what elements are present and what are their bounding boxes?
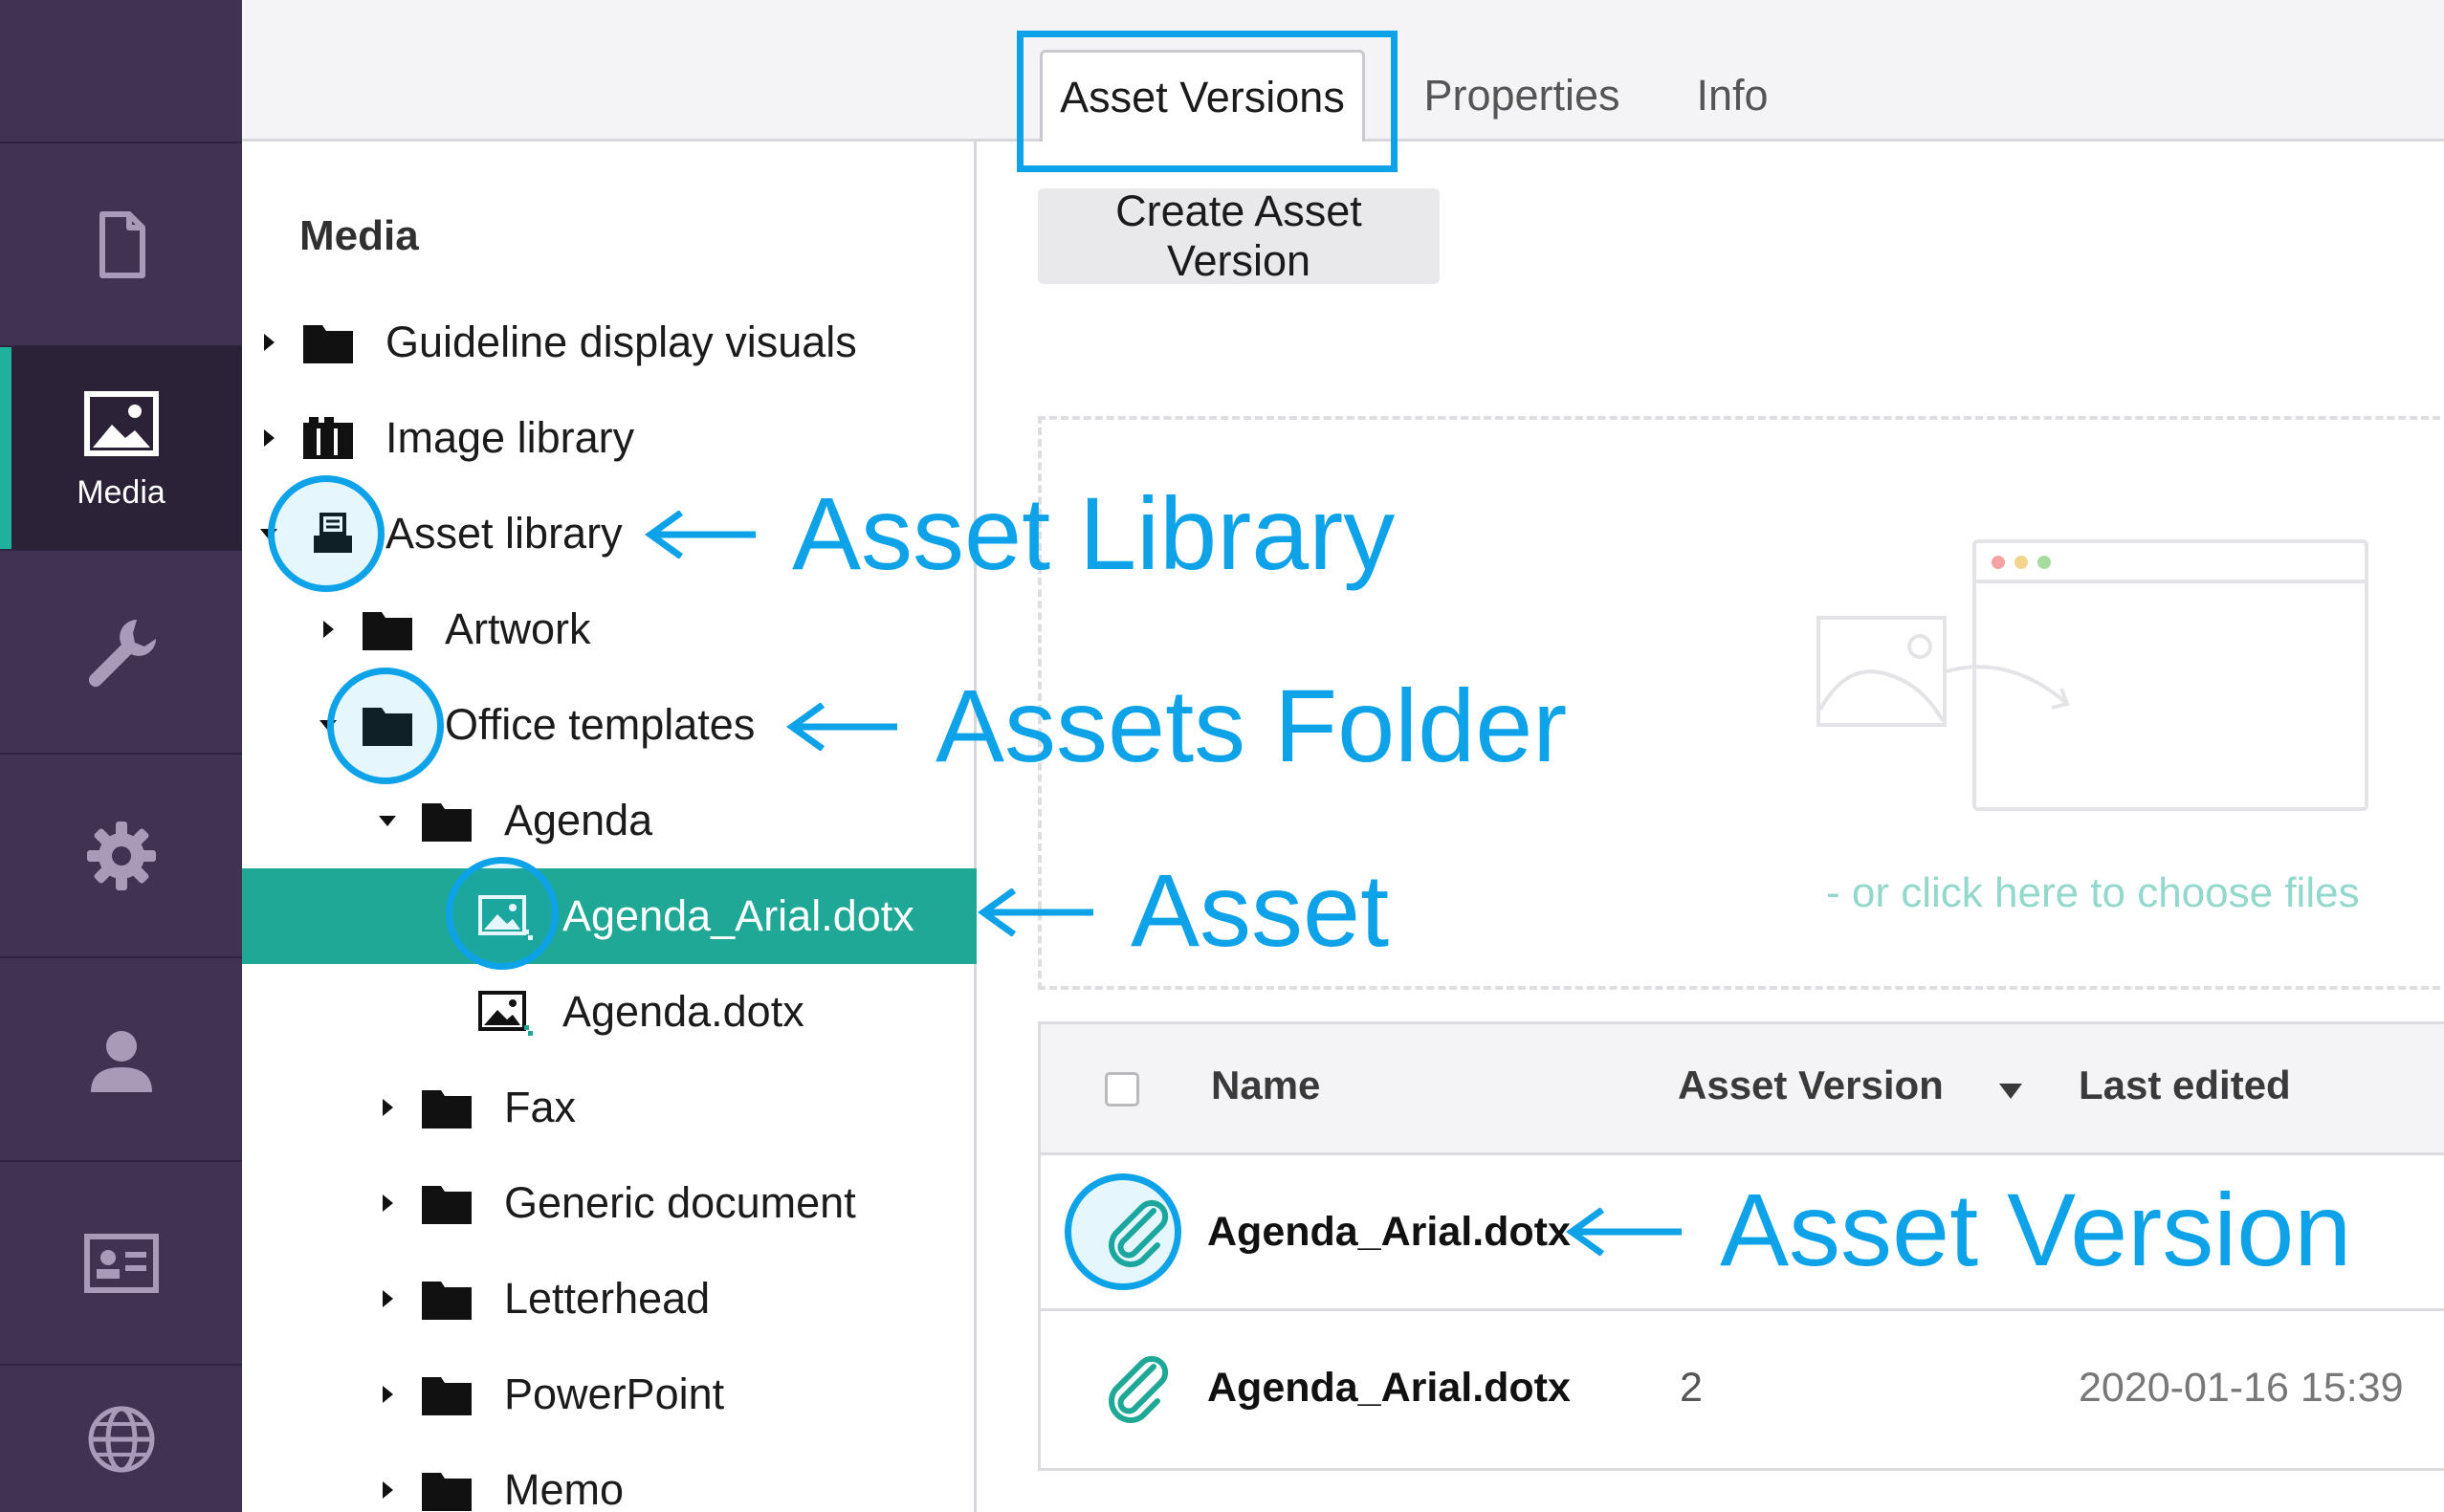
annotation-label-asset-version: Asset Version — [1720, 1172, 2352, 1287]
folder-icon — [418, 792, 475, 849]
tree-node-guideline-display-visuals[interactable]: Guideline display visuals — [242, 295, 977, 390]
tree-node-label: Letterhead — [504, 1274, 711, 1323]
dropzone-choose-files-link[interactable]: - or click here to choose files — [1826, 869, 2360, 917]
column-header-name[interactable]: Name — [1211, 1063, 1320, 1108]
caret-right-icon[interactable] — [373, 1380, 402, 1409]
tree-node-fax[interactable]: Fax — [242, 1060, 977, 1155]
upload-illustration-icon — [1816, 539, 2368, 811]
folder-icon — [418, 1174, 475, 1232]
annotation-circle-asset-library — [268, 475, 385, 592]
tree-node-label: Generic document — [504, 1178, 856, 1227]
tree-node-powerpoint[interactable]: PowerPoint — [242, 1347, 977, 1442]
caret-down-icon[interactable] — [373, 806, 402, 835]
tree-node-label: Agenda — [504, 796, 653, 844]
tree-node-artwork[interactable]: Artwork — [242, 581, 977, 677]
rail-header — [0, 0, 242, 142]
annotation-label-asset-library: Asset Library — [792, 475, 1396, 591]
image-library-icon — [299, 409, 357, 467]
caret-right-icon[interactable] — [373, 1284, 402, 1313]
folder-icon — [359, 601, 416, 658]
caret-right-icon[interactable] — [373, 1476, 402, 1504]
asset-version-name[interactable]: Agenda_Arial.dotx — [1207, 1365, 1571, 1412]
tab-properties[interactable]: Properties — [1407, 50, 1637, 142]
tree-node-label: PowerPoint — [504, 1370, 725, 1418]
tree-node-agenda-arial-dotx[interactable]: Agenda_Arial.dotx — [242, 868, 977, 964]
tree-node-label: Image library — [385, 413, 635, 462]
tree-node-generic-document[interactable]: Generic document — [242, 1155, 977, 1251]
section-nav-rail: Media — [0, 0, 242, 1512]
globe-icon — [88, 1406, 154, 1472]
tree-node-agenda[interactable]: Agenda — [242, 773, 977, 868]
gear-icon — [86, 821, 156, 890]
create-asset-version-button[interactable]: Create Asset Version — [1038, 186, 1440, 285]
folder-icon — [418, 1461, 475, 1512]
tree-node-label: Memo — [504, 1465, 625, 1512]
rail-label-media: Media — [77, 474, 165, 511]
tree-node-agenda-dotx[interactable]: Agenda.dotx — [242, 964, 977, 1060]
annotation-circle-asset-version — [1065, 1173, 1181, 1290]
document-icon — [99, 210, 145, 278]
rail-item-translation[interactable] — [0, 1364, 242, 1512]
tree-node-label: Asset library — [385, 509, 623, 558]
id-card-icon — [83, 1233, 159, 1293]
caret-right-icon[interactable] — [314, 615, 342, 644]
caret-right-icon[interactable] — [373, 1093, 402, 1122]
caret-right-icon[interactable] — [254, 328, 283, 357]
image-icon — [83, 391, 159, 456]
folder-icon — [299, 314, 357, 371]
tree-node-letterhead[interactable]: Letterhead — [242, 1251, 977, 1347]
tree-node-label: Agenda_Arial.dotx — [562, 891, 914, 940]
annotation-arrow-left-icon — [786, 703, 897, 751]
tree-node-label: Agenda.dotx — [562, 987, 804, 1036]
select-all-checkbox[interactable] — [1105, 1072, 1139, 1107]
wrench-icon — [88, 619, 156, 687]
user-icon — [90, 1030, 152, 1092]
tree-node-image-library[interactable]: Image library — [242, 390, 977, 486]
rail-item-users[interactable] — [0, 956, 242, 1160]
caret-right-icon[interactable] — [254, 424, 283, 452]
annotation-circle-assets-folder — [327, 668, 444, 784]
table-row[interactable]: Agenda_Arial.dotx 2 2020-01-16 15:39 — [1041, 1311, 2444, 1467]
asset-version-number: 2 — [1680, 1365, 1703, 1411]
tree-node-label: Office templates — [445, 700, 756, 749]
column-header-asset-version[interactable]: Asset Version — [1678, 1063, 1944, 1108]
annotation-label-asset: Asset — [1131, 852, 1390, 968]
folder-icon — [418, 1079, 475, 1136]
folder-icon — [418, 1366, 475, 1423]
rail-item-content[interactable] — [0, 142, 242, 345]
sort-desc-icon[interactable] — [1997, 1082, 2024, 1101]
tree-header-bar — [242, 0, 977, 142]
annotation-circle-asset — [446, 857, 559, 970]
folder-icon — [418, 1270, 475, 1327]
annotation-arrow-left-icon — [978, 888, 1093, 936]
asset-version-last-edited: 2020-01-16 15:39 — [2079, 1365, 2404, 1411]
annotation-label-assets-folder: Assets Folder — [936, 668, 1568, 783]
table-header: Name Asset Version Last edited — [1041, 1024, 2444, 1155]
asset-file-icon — [476, 983, 534, 1041]
tree-title: Media — [299, 212, 419, 259]
annotation-highlight-tab — [1017, 31, 1398, 172]
tree-node-label: Guideline display visuals — [385, 318, 857, 366]
rail-item-packages[interactable] — [0, 753, 242, 956]
tab-info[interactable]: Info — [1665, 50, 1799, 142]
rail-item-media[interactable]: Media — [0, 345, 242, 549]
column-header-last-edited[interactable]: Last edited — [2079, 1063, 2291, 1108]
tree-node-label: Artwork — [445, 604, 591, 653]
caret-right-icon[interactable] — [373, 1189, 402, 1217]
paperclip-icon — [1109, 1355, 1169, 1423]
annotation-arrow-left-icon — [1566, 1208, 1682, 1256]
rail-item-settings[interactable] — [0, 549, 242, 753]
annotation-arrow-left-icon — [645, 511, 756, 559]
tree-node-label: Fax — [504, 1083, 577, 1131]
rail-item-members[interactable] — [0, 1160, 242, 1364]
asset-version-name[interactable]: Agenda_Arial.dotx — [1207, 1209, 1571, 1256]
tree-node-memo[interactable]: Memo — [242, 1442, 977, 1512]
